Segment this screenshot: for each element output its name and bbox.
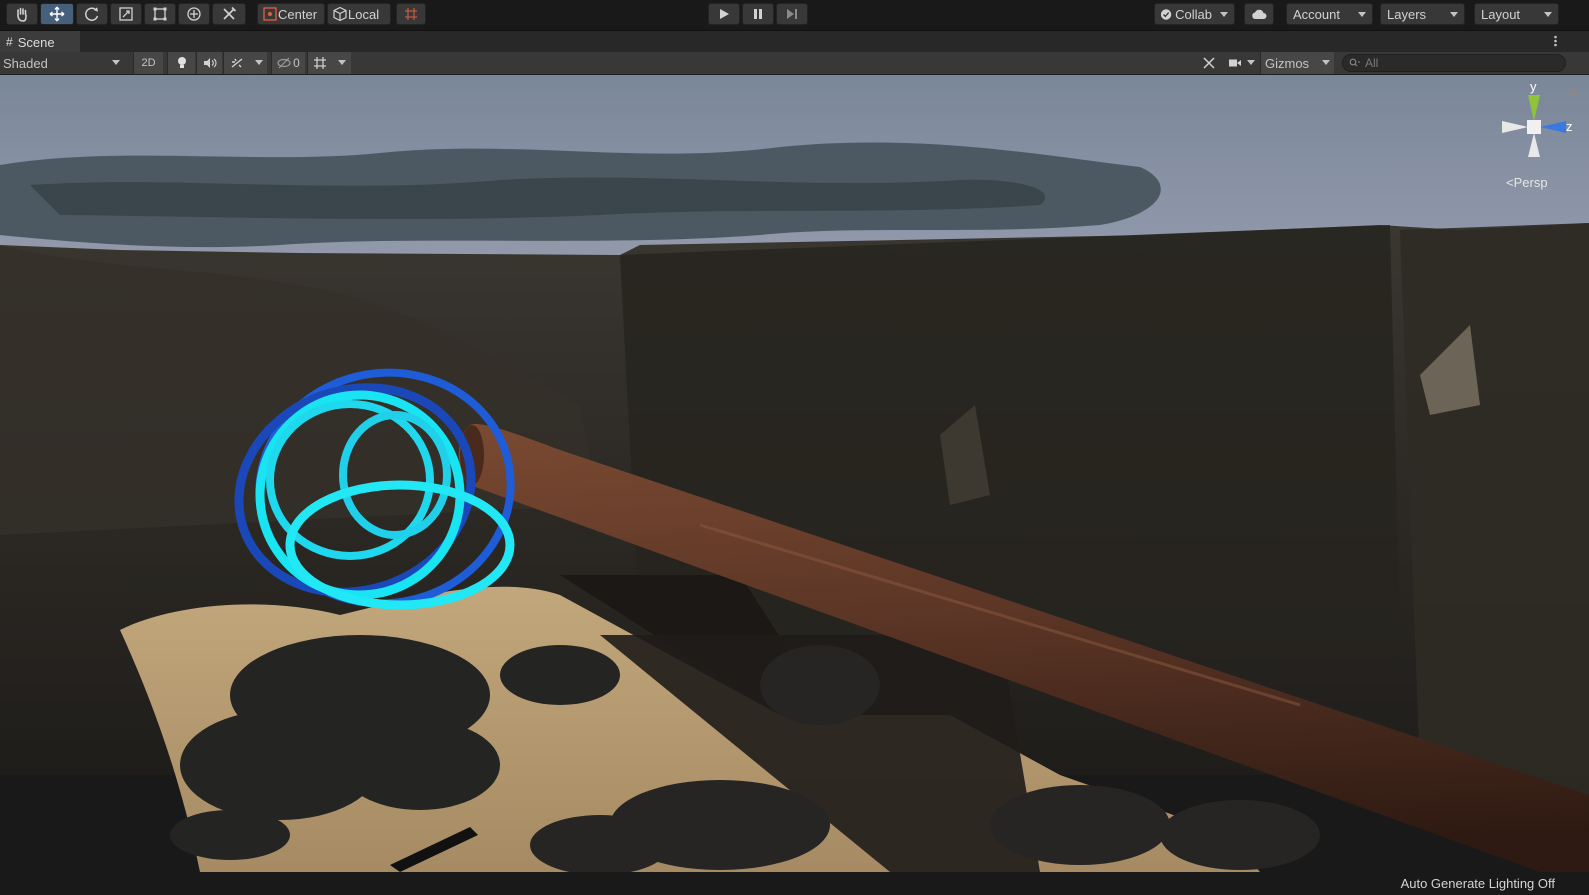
- draw-mode-label: Shaded: [3, 55, 48, 71]
- right-cliff-face: [1400, 223, 1589, 795]
- rotate-tool-icon: [85, 7, 99, 21]
- draw-mode-dropdown[interactable]: Shaded: [0, 52, 128, 74]
- scene-view-toolbar: Shaded 2D 0 Gizmos All: [0, 52, 1589, 75]
- lock-icon[interactable]: [1569, 89, 1577, 96]
- projection-label[interactable]: <Persp: [1506, 175, 1548, 190]
- hidden-count-label: 0: [293, 56, 300, 70]
- scale-tool-icon: [119, 7, 133, 21]
- audio-toggle[interactable]: [196, 52, 222, 74]
- more-options-icon[interactable]: [1554, 34, 1557, 48]
- account-dropdown[interactable]: Account: [1286, 3, 1373, 25]
- move-tool-icon: [49, 6, 65, 22]
- grid-dropdown[interactable]: [307, 52, 351, 74]
- collab-label: Collab: [1175, 6, 1212, 22]
- layers-label: Layers: [1387, 6, 1427, 22]
- layout-dropdown[interactable]: Layout: [1474, 3, 1559, 25]
- toggle-2d-label: 2D: [141, 57, 156, 69]
- scale-tool-button[interactable]: [110, 3, 142, 25]
- transform-tool-icon: [187, 7, 201, 21]
- chevron-down-icon: [1450, 12, 1458, 17]
- y-axis-label: y: [1530, 79, 1537, 94]
- collab-check-icon: [1160, 8, 1172, 20]
- account-label: Account: [1293, 6, 1340, 22]
- local-cube-icon: [333, 6, 347, 22]
- speaker-icon: [203, 58, 216, 68]
- play-icon: [720, 9, 729, 19]
- search-icon: [1349, 58, 1360, 67]
- effects-icon: [231, 58, 243, 68]
- step-icon: [787, 9, 797, 19]
- grid-icon: [314, 57, 326, 69]
- rotate-tool-button[interactable]: [76, 3, 108, 25]
- chevron-down-icon: [255, 60, 263, 65]
- status-message: Auto Generate Lighting Off: [1400, 876, 1555, 891]
- lighting-toggle[interactable]: [167, 52, 195, 74]
- scene-render: y z <Persp: [0, 75, 1589, 872]
- toggle-2d-button[interactable]: 2D: [133, 52, 163, 74]
- chevron-down-icon: [1358, 12, 1366, 17]
- move-tool-button[interactable]: [40, 3, 74, 25]
- gizmos-dropdown[interactable]: Gizmos: [1260, 52, 1334, 74]
- effects-dropdown[interactable]: [223, 52, 267, 74]
- scene-tab-bar: # Scene: [0, 30, 1589, 53]
- cloud-icon: [1252, 9, 1267, 19]
- gizmos-label: Gizmos: [1265, 55, 1310, 71]
- chevron-down-icon: [1544, 12, 1552, 17]
- hidden-objects-toggle[interactable]: 0: [271, 52, 305, 74]
- search-input[interactable]: All: [1342, 54, 1566, 72]
- hand-tool-icon: [17, 7, 27, 22]
- scene-grid-icon: #: [6, 35, 13, 49]
- scene-viewport[interactable]: y z <Persp: [0, 75, 1589, 872]
- hand-tool-button[interactable]: [6, 3, 38, 25]
- chevron-down-icon: [1247, 60, 1255, 65]
- grid-snap-button[interactable]: [396, 3, 426, 25]
- grid-snap-icon: [405, 8, 417, 20]
- chevron-down-icon: [1322, 60, 1330, 65]
- play-button[interactable]: [708, 3, 740, 25]
- chevron-down-icon: [112, 60, 120, 65]
- custom-tool-icon: [223, 6, 237, 20]
- chevron-down-icon: [338, 60, 346, 65]
- transform-tool-button[interactable]: [178, 3, 210, 25]
- tools-button[interactable]: [1196, 52, 1222, 74]
- cloud-button[interactable]: [1244, 3, 1274, 25]
- pivot-mode-button[interactable]: Center: [257, 3, 325, 25]
- pivot-mode-label: Center: [278, 6, 318, 22]
- step-button[interactable]: [776, 3, 808, 25]
- gizmo-center-cube[interactable]: [1527, 120, 1541, 134]
- main-toolbar: Center Local Collab Account Layers Layou…: [0, 0, 1589, 30]
- custom-tool-button[interactable]: [212, 3, 246, 25]
- chevron-down-icon: [1220, 12, 1228, 17]
- pause-button[interactable]: [742, 3, 774, 25]
- camera-dropdown[interactable]: [1224, 52, 1258, 74]
- pause-icon: [754, 9, 762, 19]
- pivot-rotation-label: Local: [348, 6, 380, 22]
- layout-label: Layout: [1481, 6, 1521, 22]
- lightbulb-icon: [177, 57, 186, 68]
- pivot-rotation-button[interactable]: Local: [327, 3, 391, 25]
- scene-tab-label: Scene: [17, 34, 55, 50]
- tab-scene[interactable]: # Scene: [0, 31, 80, 53]
- camera-icon: [1229, 59, 1241, 67]
- rect-tool-icon: [153, 7, 167, 21]
- search-placeholder: All: [1365, 56, 1379, 70]
- tools-icon: [1203, 57, 1215, 69]
- layers-dropdown[interactable]: Layers: [1380, 3, 1465, 25]
- rect-tool-button[interactable]: [144, 3, 176, 25]
- status-bar: Auto Generate Lighting Off: [0, 872, 1589, 895]
- pivot-center-icon: [263, 7, 277, 21]
- eye-hidden-icon: [277, 57, 291, 69]
- collab-dropdown[interactable]: Collab: [1154, 3, 1235, 25]
- z-axis-label: z: [1566, 119, 1573, 134]
